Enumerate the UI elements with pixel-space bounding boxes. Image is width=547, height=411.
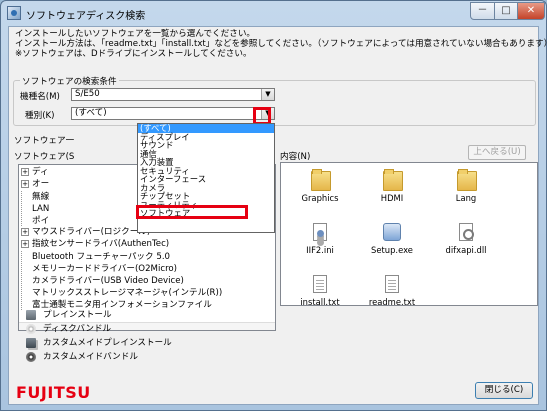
disk-bundle-icon (26, 323, 36, 334)
preinstall-icon (26, 309, 36, 320)
file-item[interactable]: HDMI (357, 169, 427, 203)
tree-item[interactable]: カメラドライバー(USB Video Device) (21, 275, 184, 286)
instruction-line-2: インストール方法は、「readme.txt」「install.txt」などを参照… (15, 39, 547, 49)
file-item[interactable]: readme.txt (357, 275, 427, 305)
instruction-line-3: ※ソフトウェアは、Dドライブにインストールしてください。 (15, 49, 252, 59)
file-item[interactable]: Lang (431, 169, 501, 203)
close-button[interactable]: 閉じる(C) (475, 382, 533, 399)
tree-item[interactable]: Bluetooth フューチャーパック 5.0 (21, 251, 170, 262)
legend-custom-bundle: カスタムメイドバンドル (26, 351, 138, 364)
folder-icon (457, 169, 477, 191)
maximize-button[interactable]: □ (494, 2, 518, 20)
instruction-line-1: インストールしたいソフトウェアを一覧から選んでください。 (15, 29, 256, 39)
software-option-highlight (136, 205, 248, 219)
category-select[interactable]: (すべて) ▼ (71, 107, 275, 120)
model-select[interactable]: S/E50 ▼ (71, 88, 275, 101)
legend-preinstall: プレインストール (26, 309, 112, 322)
tree-item[interactable]: + 指紋センサードライバ(AuthenTec) (21, 239, 169, 250)
model-select-value: S/E50 (75, 89, 100, 99)
text-file-icon (385, 275, 399, 293)
software-list-legend: ソフトウェア一 (14, 134, 75, 146)
content-pane[interactable]: Graphics HDMI Lang IIF2.ini Setup.exe di… (280, 162, 538, 306)
tree-item[interactable]: メモリーカードドライバー(O2Micro) (21, 263, 177, 274)
software-tree-label: ソフトウェア(S (14, 150, 75, 162)
chevron-down-icon[interactable]: ▼ (261, 89, 274, 100)
file-item[interactable]: IIF2.ini (285, 223, 355, 255)
expand-icon[interactable]: + (21, 227, 29, 236)
instructions: インストールしたいソフトウェアを一覧から選んでください。 インストール方法は、「… (15, 29, 547, 59)
category-select-value: (すべて) (75, 108, 107, 118)
search-window: ソフトウェアディスク検索 － □ ✕ インストールしたいソフトウェアを一覧から選… (0, 0, 547, 411)
folder-icon (311, 169, 331, 191)
tree-item[interactable]: LAN (21, 203, 49, 214)
folder-icon (383, 169, 403, 191)
search-conditions-group: ソフトウェアの検索条件 機種名(M) S/E50 ▼ 種別(K) (すべて) ▼ (13, 75, 536, 126)
tree-item[interactable]: + ディ (21, 167, 49, 178)
tree-item[interactable]: ポイ (21, 215, 49, 226)
tree-item[interactable]: 無線 (21, 191, 49, 202)
dll-file-icon (459, 223, 474, 241)
tree-item[interactable]: + マウスドライバー(ロジクール) (21, 227, 150, 238)
file-item[interactable]: difxapi.dll (431, 223, 501, 255)
setup-icon (383, 223, 401, 241)
minimize-button[interactable]: － (470, 2, 495, 20)
up-button[interactable]: 上へ戻る(U) (468, 145, 526, 160)
tree-item[interactable]: + オー (21, 179, 49, 190)
category-label: 種別(K) (25, 111, 55, 121)
custom-bundle-icon (26, 351, 36, 362)
tree-item[interactable]: マトリックスストレージマネージャ(インテル(R)) (21, 287, 222, 298)
custom-preinstall-icon (26, 337, 36, 348)
file-item[interactable]: Graphics (285, 169, 355, 203)
expand-icon[interactable]: + (21, 239, 29, 248)
dropdown-option-sound[interactable]: サウンド (138, 141, 274, 150)
window-title: ソフトウェアディスク検索 (26, 11, 146, 22)
expand-icon[interactable]: + (21, 179, 29, 188)
search-conditions-legend: ソフトウェアの検索条件 (20, 75, 119, 87)
settings-file-icon (313, 223, 327, 241)
title-bar[interactable]: ソフトウェアディスク検索 － □ ✕ (1, 1, 546, 25)
client-area: インストールしたいソフトウェアを一覧から選んでください。 インストール方法は、「… (8, 26, 547, 405)
content-label: 内容(N) (280, 150, 311, 162)
file-item[interactable]: install.txt (285, 275, 355, 305)
legend-custom-preinstall: カスタムメイドプレインストール (26, 337, 172, 350)
file-item[interactable]: Setup.exe (357, 223, 427, 255)
legend-disk-bundle: ディスクバンドル (26, 323, 111, 336)
close-window-button[interactable]: ✕ (517, 2, 545, 20)
model-label: 機種名(M) (20, 92, 60, 102)
expand-icon[interactable]: + (21, 167, 29, 176)
text-file-icon (313, 275, 327, 293)
app-icon (7, 6, 21, 20)
fujitsu-logo: FUJITSU (16, 383, 91, 402)
